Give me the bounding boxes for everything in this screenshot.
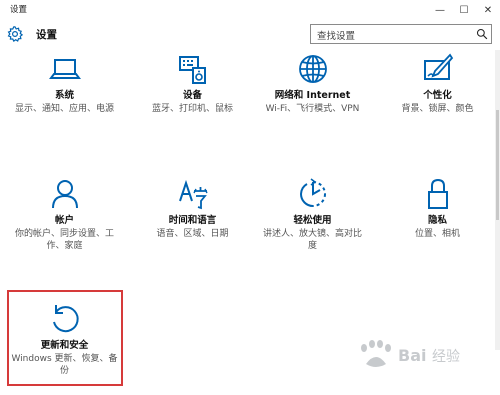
minimize-button[interactable]: — (428, 0, 452, 20)
maximize-button[interactable]: ☐ (452, 0, 476, 20)
search-input[interactable]: 查找设置 (310, 24, 492, 44)
search-icon[interactable] (476, 28, 488, 40)
tile-privacy[interactable]: 隐私 位置、相机 (380, 177, 495, 240)
ease-of-access-icon (299, 178, 326, 207)
tile-label: 网络和 Internet (274, 90, 351, 101)
tile-label: 系统 (54, 90, 74, 101)
tile-personalization[interactable]: 个性化 背景、锁屏、颜色 (380, 52, 495, 115)
selection-highlight (7, 290, 123, 386)
paint-icon (423, 53, 453, 80)
settings-header: 设置 查找设置 (0, 22, 500, 48)
tile-description: 位置、相机 (414, 229, 460, 239)
scrollbar[interactable] (495, 50, 500, 350)
scrollbar-thumb[interactable] (496, 110, 499, 220)
watermark-logo: Bai 经验 (361, 340, 460, 367)
close-button[interactable]: ✕ (476, 0, 500, 20)
window-title: 设置 (10, 5, 28, 15)
keyboard-speaker-icon (178, 56, 206, 84)
title-bar: 设置 — ☐ ✕ (0, 0, 500, 20)
tile-description: 显示、通知、应用、电源 (14, 104, 114, 114)
globe-icon (298, 55, 327, 83)
tile-description: 语音、区域、日期 (156, 229, 229, 239)
svg-text:Bai: Bai (398, 346, 426, 365)
tile-label: 帐户 (54, 215, 74, 226)
tile-devices[interactable]: 设备 蓝牙、打印机、鼠标 (135, 52, 250, 115)
gear-icon (7, 26, 24, 43)
laptop-icon (48, 59, 81, 79)
lock-icon (427, 178, 448, 209)
tile-label: 隐私 (427, 215, 447, 226)
tile-time-language[interactable]: 时间和语言 语音、区域、日期 (135, 177, 250, 240)
tile-ease-of-access[interactable]: 轻松使用 讲述人、放大镜、高对比度 (255, 177, 370, 252)
tile-label: 设备 (182, 90, 202, 101)
tile-description: 背景、锁屏、颜色 (401, 104, 474, 114)
tile-label: 时间和语言 (168, 215, 217, 226)
time-language-icon (178, 179, 208, 210)
tile-accounts[interactable]: 帐户 你的帐户、同步设置、工作、家庭 (7, 177, 122, 252)
page-title: 设置 (36, 29, 57, 41)
tile-system[interactable]: 系统 显示、通知、应用、电源 (7, 52, 122, 115)
svg-text:经验: 经验 (432, 349, 460, 365)
tile-label: 轻松使用 (293, 215, 332, 226)
tile-description: Wi-Fi、飞行模式、VPN (265, 104, 360, 114)
tile-label: 个性化 (423, 90, 452, 101)
tile-description: 讲述人、放大镜、高对比度 (262, 229, 362, 251)
person-icon (51, 180, 78, 209)
tile-description: 你的帐户、同步设置、工作、家庭 (14, 229, 114, 251)
search-placeholder: 查找设置 (317, 31, 356, 42)
tile-network[interactable]: 网络和 Internet Wi-Fi、飞行模式、VPN (255, 52, 370, 115)
tile-description: 蓝牙、打印机、鼠标 (151, 104, 233, 114)
